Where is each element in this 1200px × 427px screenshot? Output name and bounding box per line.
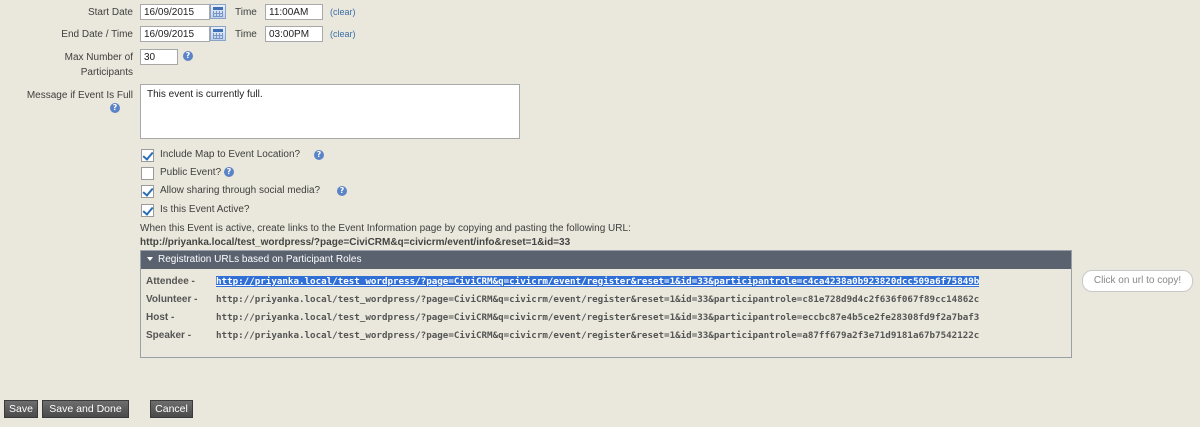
max-participants-label: Max Number of Participants [65, 50, 133, 80]
full-message-label: Message if Event Is Full [26, 90, 133, 101]
registration-urls-title: Registration URLs based on Participant R… [158, 254, 362, 265]
public-event-checkbox[interactable] [141, 167, 154, 180]
cancel-button[interactable]: Cancel [150, 400, 193, 418]
help-icon[interactable]: ? [314, 150, 324, 160]
start-clear-link[interactable]: (clear) [330, 5, 356, 20]
registration-url[interactable]: http://priyanka.local/test_wordpress/?pa… [216, 330, 979, 341]
save-and-done-button[interactable]: Save and Done [42, 400, 129, 418]
social-sharing-label: Allow sharing through social media? [160, 185, 321, 196]
copy-url-tooltip: Click on url to copy! [1082, 270, 1193, 292]
role-label: Volunteer - [146, 294, 198, 305]
info-url[interactable]: http://priyanka.local/test_wordpress/?pa… [140, 236, 570, 250]
registration-url[interactable]: http://priyanka.local/test_wordpress/?pa… [216, 294, 979, 305]
event-active-label: Is this Event Active? [160, 204, 250, 215]
end-time-input[interactable] [265, 26, 323, 42]
registration-url-row-volunteer[interactable]: Volunteer - http://priyanka.local/test_wo… [146, 291, 979, 309]
start-date-input[interactable] [140, 4, 210, 20]
calendar-icon[interactable] [210, 4, 226, 19]
registration-url-row-host[interactable]: Host - http://priyanka.local/test_wordpre… [146, 309, 979, 327]
collapse-triangle-icon [147, 257, 153, 261]
end-clear-link[interactable]: (clear) [330, 27, 356, 42]
end-date-input[interactable] [140, 26, 210, 42]
role-label: Host - [146, 312, 175, 323]
start-time-input[interactable] [265, 4, 323, 20]
info-url-description: When this Event is active, create links … [140, 223, 631, 234]
max-participants-label-line2: Participants [80, 67, 133, 78]
calendar-icon[interactable] [210, 26, 226, 41]
include-map-checkbox[interactable] [141, 149, 154, 162]
start-date-label: Start Date [87, 7, 133, 18]
registration-url-row-speaker[interactable]: Speaker - http://priyanka.local/test_word… [146, 327, 979, 345]
registration-url[interactable]: http://priyanka.local/test_wordpress/?pa… [216, 276, 980, 287]
help-icon[interactable]: ? [337, 186, 347, 196]
max-participants-label-line1: Max Number of [64, 52, 133, 63]
public-event-label: Public Event? [160, 167, 222, 178]
social-sharing-checkbox[interactable] [141, 185, 154, 198]
registration-urls-header[interactable]: Registration URLs based on Participant R… [141, 251, 1071, 269]
save-button[interactable]: Save [4, 400, 38, 418]
end-date-label: End Date / Time [61, 29, 133, 40]
help-icon[interactable]: ? [183, 51, 193, 61]
registration-url[interactable]: http://priyanka.local/test_wordpress/?pa… [216, 312, 979, 323]
include-map-label: Include Map to Event Location? [160, 149, 301, 160]
max-participants-input[interactable] [140, 49, 178, 65]
role-label: Attendee - [146, 276, 195, 287]
help-icon[interactable]: ? [224, 167, 234, 177]
full-message-textarea[interactable]: This event is currently full. [140, 84, 520, 139]
registration-urls-panel: Registration URLs based on Participant R… [140, 250, 1072, 358]
registration-url-row-attendee[interactable]: Attendee - http://priyanka.local/test_wor… [146, 273, 980, 291]
start-time-label: Time [235, 7, 257, 18]
help-icon[interactable]: ? [110, 103, 120, 113]
role-label: Speaker - [146, 330, 192, 341]
end-time-label: Time [235, 29, 257, 40]
event-active-checkbox[interactable] [141, 204, 154, 217]
